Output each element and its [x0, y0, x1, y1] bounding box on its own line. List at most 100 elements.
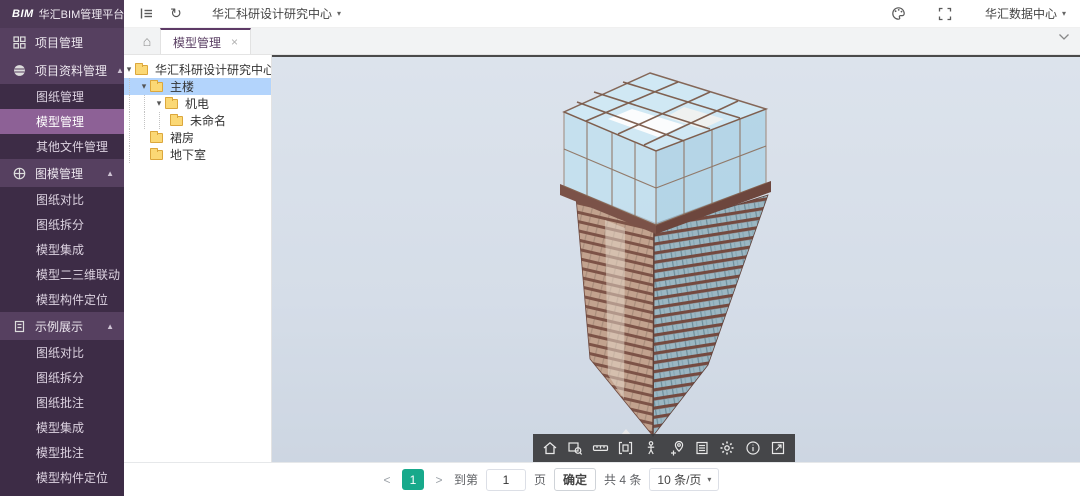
person-icon: [643, 440, 659, 456]
fullscreen-button[interactable]: [937, 6, 953, 22]
current-page-button[interactable]: 1: [402, 469, 424, 490]
tree-node-basement[interactable]: 地下室: [124, 146, 271, 163]
tabbar: ⌂ 模型管理 ×: [124, 28, 1080, 55]
info-button[interactable]: [742, 437, 764, 459]
jump-page-input[interactable]: [486, 469, 526, 491]
expander-icon[interactable]: ▾: [124, 64, 134, 75]
gear-icon: [719, 440, 735, 456]
viewer-toolbar: [533, 434, 795, 462]
measure-button[interactable]: [589, 437, 611, 459]
bim-logo: BIM: [12, 8, 34, 20]
sidebar-item-drawing-split[interactable]: 图纸拆分: [0, 212, 124, 237]
folder-icon: [150, 150, 163, 160]
ruler-icon: [592, 440, 609, 456]
sidebar-item-demo-drawing-compare[interactable]: 图纸对比: [0, 340, 124, 365]
model-circle-icon: [13, 167, 26, 180]
section-box-button[interactable]: [615, 437, 637, 459]
folder-icon: [165, 99, 178, 109]
sidebar-group-examples[interactable]: 示例展示 ▲: [0, 312, 124, 340]
sidebar-item-demo-component-locate[interactable]: 模型构件定位: [0, 465, 124, 490]
zoom-window-button[interactable]: [564, 437, 586, 459]
confirm-button[interactable]: 确定: [554, 468, 596, 491]
folder-icon: [135, 65, 148, 75]
submenu-examples: 图纸对比 图纸拆分 图纸批注 模型集成 模型批注 模型构件定位 二三维联动: [0, 340, 124, 496]
datacenter-selector[interactable]: 华汇数据中心 ▾: [985, 5, 1066, 22]
sidebar-item-demo-model-annotate[interactable]: 模型批注: [0, 440, 124, 465]
model-viewer[interactable]: [272, 55, 1080, 462]
collapse-sidebar-button[interactable]: [138, 6, 154, 22]
folder-icon: [150, 133, 163, 143]
theme-palette-button[interactable]: [891, 6, 907, 22]
sidebar-item-model-integration[interactable]: 模型集成: [0, 237, 124, 262]
home-icon: [542, 440, 558, 456]
chevron-down-icon: ▾: [337, 9, 341, 18]
jump-suffix-label: 页: [534, 471, 546, 488]
sidebar-item-demo-drawing-split[interactable]: 图纸拆分: [0, 365, 124, 390]
tab-model-management[interactable]: 模型管理 ×: [160, 28, 251, 54]
sidebar-item-component-locate[interactable]: 模型构件定位: [0, 287, 124, 312]
chevron-up-icon: ▲: [106, 322, 114, 331]
expand-icon: [770, 440, 786, 456]
main-area: ↻ 华汇科研设计研究中心 ▾ 华汇数据中心 ▾ ⌂: [124, 0, 1080, 496]
prev-page-button[interactable]: <: [380, 473, 394, 487]
sidebar-group-drawing-model[interactable]: 图模管理 ▲: [0, 159, 124, 187]
app-logo: BIM 华汇BIM管理平台: [0, 0, 124, 28]
refresh-button[interactable]: ↻: [168, 6, 184, 22]
list-icon: [694, 440, 710, 456]
sidebar-item-demo-2d3d-link[interactable]: 二三维联动: [0, 490, 124, 496]
map-pin-icon: [669, 440, 685, 456]
sidebar-group-project-data[interactable]: 项目资料管理 ▲: [0, 56, 124, 84]
example-doc-icon: [13, 320, 26, 333]
section-box-icon: [617, 440, 634, 456]
chevron-up-icon: ▲: [116, 66, 124, 75]
sidebar-item-model-management[interactable]: 模型管理: [0, 109, 124, 134]
home-view-button[interactable]: [539, 437, 561, 459]
total-count-label: 共 4 条: [604, 471, 641, 488]
zoom-window-icon: [567, 440, 583, 456]
tree-node-podium[interactable]: 裙房: [124, 129, 271, 146]
chevron-down-icon: ▾: [707, 475, 711, 484]
submenu-drawing-model: 图纸对比 图纸拆分 模型集成 模型二三维联动 模型构件定位: [0, 187, 124, 312]
folder-icon: [150, 82, 163, 92]
building-model: [272, 57, 1080, 437]
sidebar: BIM 华汇BIM管理平台 项目管理 项目资料管理 ▲ 图纸管理 模型管理 其他…: [0, 0, 124, 496]
sidebar-item-demo-model-integration[interactable]: 模型集成: [0, 415, 124, 440]
app-window: BIM 华汇BIM管理平台 项目管理 项目资料管理 ▲ 图纸管理 模型管理 其他…: [0, 0, 1080, 496]
sidebar-item-other-files[interactable]: 其他文件管理: [0, 134, 124, 159]
chevron-down-icon: ▾: [1062, 9, 1066, 18]
sidebar-item-demo-drawing-annotate[interactable]: 图纸批注: [0, 390, 124, 415]
sidebar-item-model-2d3d-link[interactable]: 模型二三维联动: [0, 262, 124, 287]
tab-overflow-chevron[interactable]: [1058, 33, 1070, 41]
projects-grid-icon: [13, 36, 26, 49]
list-panel-button[interactable]: [691, 437, 713, 459]
tree-node-mep[interactable]: ▾ 机电: [124, 95, 271, 112]
close-icon[interactable]: ×: [231, 35, 238, 49]
sidebar-item-drawing-management[interactable]: 图纸管理: [0, 84, 124, 109]
component-locate-button[interactable]: [666, 437, 688, 459]
model-tree-panel: ▾ 华汇科研设计研究中心 ▾ 主楼 ▾ 机电: [124, 55, 272, 462]
folder-icon: [170, 116, 183, 126]
content-row: ▾ 华汇科研设计研究中心 ▾ 主楼 ▾ 机电: [124, 55, 1080, 462]
tree-node-unnamed[interactable]: 未命名: [124, 112, 271, 129]
data-disc-icon: [13, 64, 26, 77]
project-selector[interactable]: 华汇科研设计研究中心 ▾: [212, 5, 341, 22]
jump-prefix-label: 到第: [454, 471, 478, 488]
chevron-up-icon: ▲: [106, 169, 114, 178]
sidebar-item-drawing-compare[interactable]: 图纸对比: [0, 187, 124, 212]
tree-node-main-building[interactable]: ▾ 主楼: [124, 78, 271, 95]
topbar: ↻ 华汇科研设计研究中心 ▾ 华汇数据中心 ▾: [124, 0, 1080, 28]
settings-button[interactable]: [716, 437, 738, 459]
info-icon: [745, 440, 761, 456]
next-page-button[interactable]: >: [432, 473, 446, 487]
walkthrough-button[interactable]: [640, 437, 662, 459]
tree-node-root[interactable]: ▾ 华汇科研设计研究中心: [124, 61, 271, 78]
pagination-bar: < 1 > 到第 页 确定 共 4 条 10 条/页 ▾: [124, 462, 1080, 496]
expander-icon[interactable]: ▾: [139, 81, 149, 92]
page-size-select[interactable]: 10 条/页 ▾: [649, 468, 719, 491]
app-title: 华汇BIM管理平台: [39, 6, 124, 22]
expander-icon[interactable]: ▾: [154, 98, 164, 109]
viewer-fullscreen-button[interactable]: [767, 437, 789, 459]
home-tab-button[interactable]: ⌂: [134, 28, 160, 54]
sidebar-item-project-management[interactable]: 项目管理: [0, 28, 124, 56]
submenu-project-data: 图纸管理 模型管理 其他文件管理: [0, 84, 124, 159]
